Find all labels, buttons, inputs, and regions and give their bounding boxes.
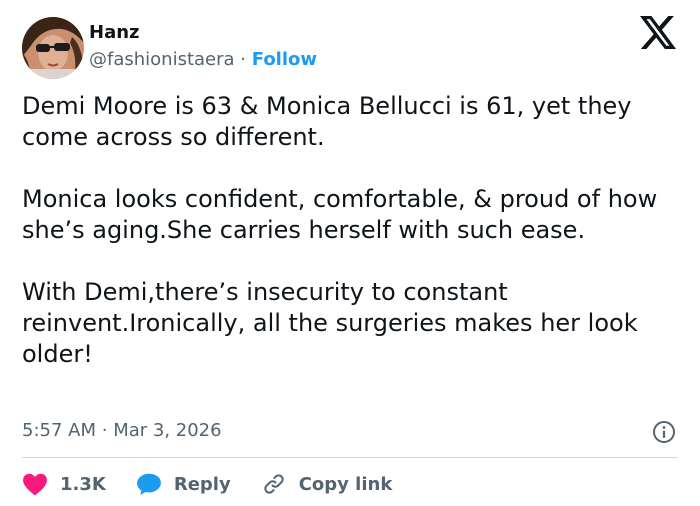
speech-bubble-icon [136,473,161,495]
tweet-card: Hanz @fashionistaera · Follow Demi Moore… [0,0,700,506]
avatar[interactable] [22,17,84,79]
copy-link-label: Copy link [298,473,393,495]
avatar-image [22,17,84,79]
author-meta: @fashionistaera · Follow [89,49,317,70]
like-button[interactable]: 1.3K [22,472,106,496]
tweet-date: Mar 3, 2026 [113,420,222,441]
separator: · [101,420,108,441]
timestamp[interactable]: 5:57 AM · Mar 3, 2026 [22,420,222,441]
reply-label: Reply [173,473,231,495]
tweet-paragraph: With Demi,there’s insecurity to constant… [22,278,638,368]
tweet-text: Demi Moore is 63 & Monica Bellucci is 61… [22,91,692,401]
tweet-paragraph: Demi Moore is 63 & Monica Bellucci is 61… [22,92,632,151]
separator: · [240,49,247,70]
action-bar: 1.3K Reply Copy link [22,470,422,498]
follow-button[interactable]: Follow [252,49,317,70]
author-handle[interactable]: @fashionistaera [89,49,235,70]
tweet-paragraph: Monica looks confident, comfortable, & p… [22,185,658,244]
like-count: 1.3K [60,473,106,495]
heart-icon [23,473,47,496]
tweet-time: 5:57 AM [22,420,96,441]
divider [22,457,678,458]
x-logo-icon[interactable] [640,16,676,49]
link-icon [264,474,284,494]
info-icon[interactable] [652,420,676,444]
reply-button[interactable]: Reply [136,472,231,496]
copy-link-button[interactable]: Copy link [261,472,393,496]
author-name[interactable]: Hanz [89,22,140,43]
